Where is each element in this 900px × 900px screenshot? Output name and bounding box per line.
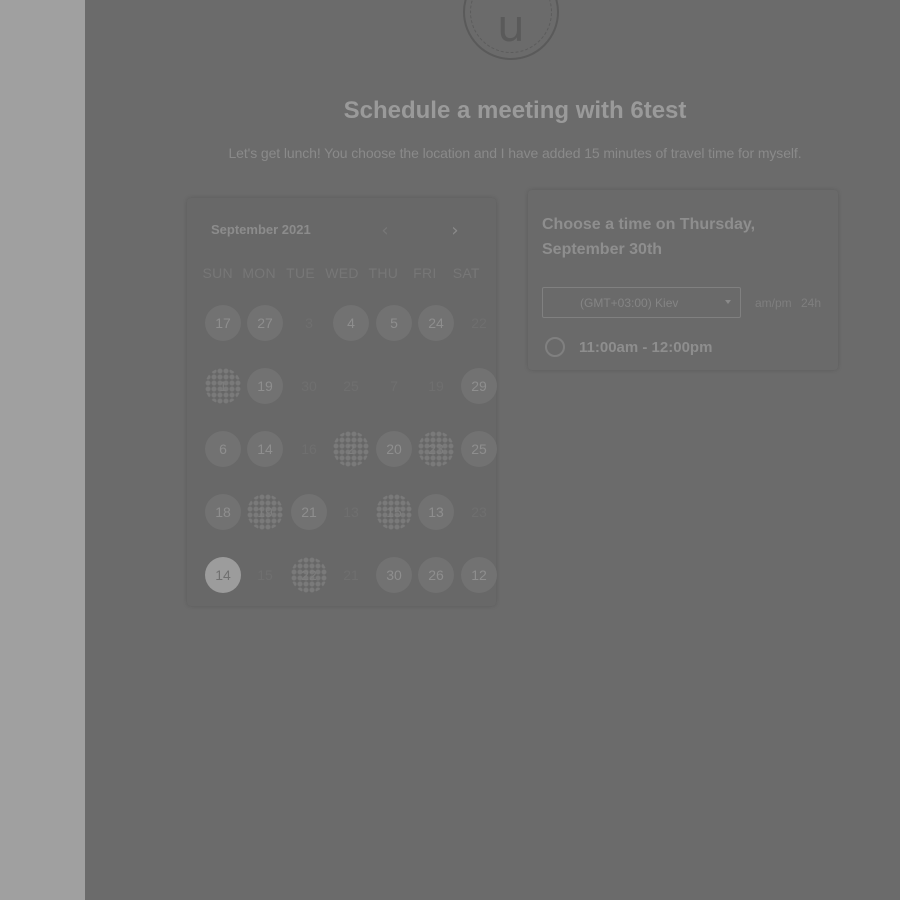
timezone-select[interactable]: (GMT+03:00) Kiev <box>542 287 741 318</box>
calendar-header: September 2021 ‹ › <box>187 198 496 258</box>
format-ampm-toggle[interactable]: am/pm <box>755 296 792 310</box>
calendar-day-cell[interactable]: 19 <box>247 368 283 404</box>
selected-day-cell[interactable]: 14 <box>205 557 241 593</box>
weekday-label: SUN <box>202 265 233 281</box>
left-sidebar-strip <box>0 0 85 900</box>
time-picker-heading: Choose a time on Thursday, September 30t… <box>542 216 756 258</box>
calendar-day-cell[interactable]: 29 <box>461 368 497 404</box>
calendar-day-cell: 21 <box>343 567 359 583</box>
weekday-header: SUN MON TUE WED THU FRI SAT <box>197 265 487 281</box>
avatar-letter: u <box>497 0 525 52</box>
time-picker-card: Choose a time on Thursday, September 30t… <box>528 190 838 370</box>
time-slot-option[interactable]: 11:00am - 12:00pm <box>545 337 712 357</box>
calendar-day-cell: 19 <box>428 378 444 394</box>
calendar-day-cell: 25 <box>343 378 359 394</box>
calendar-day-cell[interactable]: 13 <box>418 494 454 530</box>
calendar-day-cell[interactable]: 6 <box>205 431 241 467</box>
month-label: September 2021 <box>211 222 311 237</box>
calendar-day-cell[interactable]: 19 <box>247 494 283 530</box>
calendar-day-cell: 15 <box>257 567 273 583</box>
calendar-day-cell[interactable]: 1 <box>205 368 241 404</box>
calendar-day-cell: 22 <box>471 315 487 331</box>
chevron-right-icon[interactable]: › <box>443 218 467 242</box>
calendar-day-cell[interactable]: 5 <box>376 305 412 341</box>
page-title: Schedule a meeting with 6test <box>343 97 687 124</box>
weekday-label: WED <box>325 265 359 281</box>
calendar-day-cell[interactable]: 26 <box>418 557 454 593</box>
calendar-day-cell[interactable]: 17 <box>205 305 241 341</box>
page-subtitle: Let's get lunch! You choose the location… <box>228 145 802 161</box>
calendar-day-cell[interactable]: 4 <box>333 305 369 341</box>
radio-button[interactable] <box>545 337 565 357</box>
calendar-day-cell[interactable]: 27 <box>247 305 283 341</box>
calendar-day-cell[interactable]: 2 <box>333 431 369 467</box>
weekday-label: FRI <box>413 265 437 281</box>
calendar-day-cell: 13 <box>343 504 359 520</box>
weekday-label: THU <box>368 265 399 281</box>
calendar-day-cell: 23 <box>471 504 487 520</box>
calendar-day-cell: 30 <box>301 378 317 394</box>
weekday-label: TUE <box>286 265 315 281</box>
chevron-left-icon[interactable]: ‹ <box>373 218 397 242</box>
calendar-day-cell: 3 <box>305 315 313 331</box>
calendar-day-cell[interactable]: 22 <box>291 557 327 593</box>
calendar-day-cell[interactable]: 24 <box>418 305 454 341</box>
calendar-day-cell[interactable]: 20 <box>376 431 412 467</box>
calendar-day-cell[interactable]: 23 <box>418 431 454 467</box>
caret-down-icon <box>725 300 731 304</box>
timezone-value: (GMT+03:00) Kiev <box>580 295 679 310</box>
calendar-day-cell: 7 <box>390 378 398 394</box>
calendar-day-cell[interactable]: 14 <box>247 431 283 467</box>
calendar-day-cell[interactable]: 12 <box>461 557 497 593</box>
weekday-label: MON <box>242 265 276 281</box>
calendar-day-cell: 16 <box>301 441 317 457</box>
calendar-day-cell[interactable]: 30 <box>376 557 412 593</box>
calendar-day-cell[interactable]: 25 <box>461 431 497 467</box>
time-slot-label: 11:00am - 12:00pm <box>579 338 713 356</box>
calendar-card: September 2021 ‹ › SUN MON TUE WED THU F… <box>187 198 497 606</box>
format-24h-toggle[interactable]: 24h <box>801 296 821 310</box>
avatar: u <box>463 0 559 60</box>
calendar-day-cell[interactable]: 21 <box>291 494 327 530</box>
calendar-day-cell[interactable]: 18 <box>205 494 241 530</box>
weekday-label: SAT <box>452 265 480 281</box>
scheduler-page: u Schedule a meeting with 6test Let's ge… <box>85 0 900 900</box>
calendar-day-cell[interactable]: 15 <box>376 494 412 530</box>
